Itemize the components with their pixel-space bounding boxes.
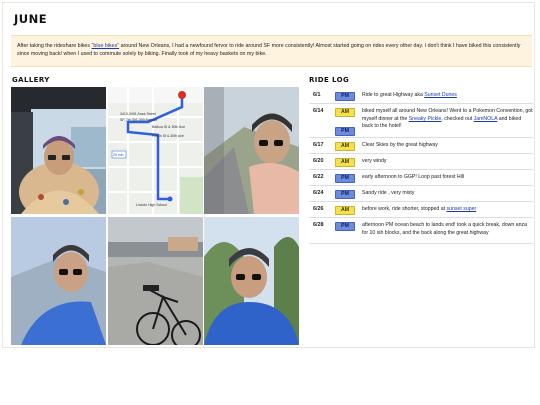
ride-note: early afternoon to GGP! Loop past forest… bbox=[362, 174, 533, 182]
ride-time-tags: PM bbox=[335, 174, 355, 183]
ride-note-text: Clear Skies by the great highway bbox=[362, 142, 438, 148]
blue-bikes-link[interactable]: "blue bikes" bbox=[92, 43, 120, 49]
ride-note-text: Ride to great Highway aka bbox=[362, 92, 425, 98]
ride-note-link[interactable]: sunset super bbox=[447, 206, 477, 212]
am-badge: AM bbox=[335, 158, 355, 167]
pm-badge: PM bbox=[335, 92, 355, 101]
ride-note: Sandy ride , very misty bbox=[362, 190, 533, 198]
ride-log-row: 6/14 AM PM biked myself all around New Orle… bbox=[309, 104, 533, 138]
pm-badge: PM bbox=[335, 190, 355, 199]
june-page-card: JUNE After taking the rideshare bikes "b… bbox=[2, 2, 535, 348]
photo-gallery: 3410-3401 Anza Street SF, 7th 301-300 Av… bbox=[11, 87, 299, 346]
park-selfie-image bbox=[204, 217, 299, 345]
ride-note-link[interactable]: JamNOLA bbox=[474, 116, 498, 122]
ride-log-row: 6/28 PM afternoon PM ocean beach to lands … bbox=[309, 218, 533, 244]
page-title: JUNE bbox=[14, 12, 48, 26]
ride-date: 6/24 bbox=[313, 190, 324, 196]
map-label-3: Balboa St & 30th Ave bbox=[152, 125, 185, 129]
gallery-photo-highway-selfie[interactable] bbox=[204, 87, 299, 214]
map-label-2: SF, 7th 301-300 Avenue bbox=[120, 118, 157, 122]
ride-note-text: early afternoon to GGP! Loop past forest… bbox=[362, 174, 465, 180]
ride-note-text: Sandy ride , very misty bbox=[362, 190, 415, 196]
gallery-photo-route-map[interactable]: 3410-3401 Anza Street SF, 7th 301-300 Av… bbox=[108, 87, 203, 214]
ride-log-row: 6/22 PM early afternoon to GGP! Loop past … bbox=[309, 170, 533, 186]
am-badge: AM bbox=[335, 206, 355, 215]
pm-badge: PM bbox=[335, 174, 355, 183]
gallery-heading: GALLERY bbox=[12, 76, 50, 84]
ride-date: 6/17 bbox=[313, 142, 324, 148]
intro-callout: After taking the rideshare bikes "blue b… bbox=[11, 35, 532, 67]
intro-text: After taking the rideshare bikes "blue b… bbox=[11, 36, 532, 58]
ride-time-tags: AM bbox=[335, 158, 355, 167]
map-label-4: Fulton St & 30th Ave bbox=[152, 134, 184, 138]
gallery-photo-park-selfie[interactable] bbox=[204, 217, 299, 345]
ride-date: 6/26 bbox=[313, 206, 324, 212]
ride-log-row: 6/20 AM very windy bbox=[309, 154, 533, 170]
ride-time-tags: PM bbox=[335, 190, 355, 199]
ride-time-tags: AM PM bbox=[335, 108, 355, 136]
ridelog-heading: RIDE LOG bbox=[309, 76, 350, 84]
am-badge: AM bbox=[335, 108, 355, 117]
ride-date: 6/20 bbox=[313, 158, 324, 164]
gallery-photo-car-selfie[interactable] bbox=[11, 87, 106, 214]
bicycle-image bbox=[108, 217, 203, 345]
ride-log-row: 6/17 AM Clear Skies by the great highway bbox=[309, 138, 533, 154]
blue-jacket-selfie-image bbox=[11, 217, 106, 345]
map-eta: 25 min bbox=[113, 153, 124, 157]
ride-log-row: 6/26 AM before work, ride shorter, stopped… bbox=[309, 202, 533, 218]
ride-log-row: 6/1 PM Ride to great Highway aka Sunset Du… bbox=[309, 88, 533, 104]
ride-time-tags: AM bbox=[335, 142, 355, 151]
pm-badge: PM bbox=[335, 222, 355, 231]
gallery-photo-blue-jacket-selfie[interactable] bbox=[11, 217, 106, 345]
highway-selfie-image bbox=[204, 87, 299, 214]
ride-note-text: very windy bbox=[362, 158, 387, 164]
ride-note: very windy bbox=[362, 158, 533, 166]
route-map-image: 3410-3401 Anza Street SF, 7th 301-300 Av… bbox=[108, 87, 203, 214]
ride-date: 6/14 bbox=[313, 108, 324, 114]
ride-note-text: afternoon PM ocean beach to lands end! t… bbox=[362, 222, 527, 236]
ride-note: Clear Skies by the great highway bbox=[362, 142, 533, 150]
ride-note: afternoon PM ocean beach to lands end! t… bbox=[362, 222, 533, 237]
ride-date: 6/28 bbox=[313, 222, 324, 228]
ride-date: 6/22 bbox=[313, 174, 324, 180]
ride-note-text: , checked out bbox=[441, 115, 474, 122]
pm-badge: PM bbox=[335, 127, 355, 136]
ride-note: biked myself all around New Orleans! Wen… bbox=[362, 108, 533, 131]
ride-log-table: 6/1 PM Ride to great Highway aka Sunset Du… bbox=[309, 88, 533, 244]
intro-text-start: After taking the rideshare bikes bbox=[17, 43, 92, 49]
gallery-photo-bicycle[interactable] bbox=[108, 217, 203, 345]
am-badge: AM bbox=[335, 142, 355, 151]
ride-time-tags: AM bbox=[335, 206, 355, 215]
ride-note-link[interactable]: Sneaky Pickle bbox=[409, 116, 442, 122]
ride-log-row: 6/24 PM Sandy ride , very misty bbox=[309, 186, 533, 202]
ride-time-tags: PM bbox=[335, 222, 355, 231]
map-label-5: Lincoln High School bbox=[136, 203, 167, 207]
ride-note: Ride to great Highway aka Sunset Dunes bbox=[362, 92, 533, 100]
map-label-1: 3410-3401 Anza Street bbox=[120, 112, 156, 116]
ride-date: 6/1 bbox=[313, 92, 321, 98]
car-selfie-image bbox=[11, 87, 106, 214]
ride-note: before work, ride shorter, stopped at su… bbox=[362, 206, 533, 214]
ride-note-link[interactable]: Sunset Dunes bbox=[424, 92, 457, 98]
ride-note-text: before work, ride shorter, stopped at bbox=[362, 206, 447, 212]
ride-time-tags: PM bbox=[335, 92, 355, 101]
